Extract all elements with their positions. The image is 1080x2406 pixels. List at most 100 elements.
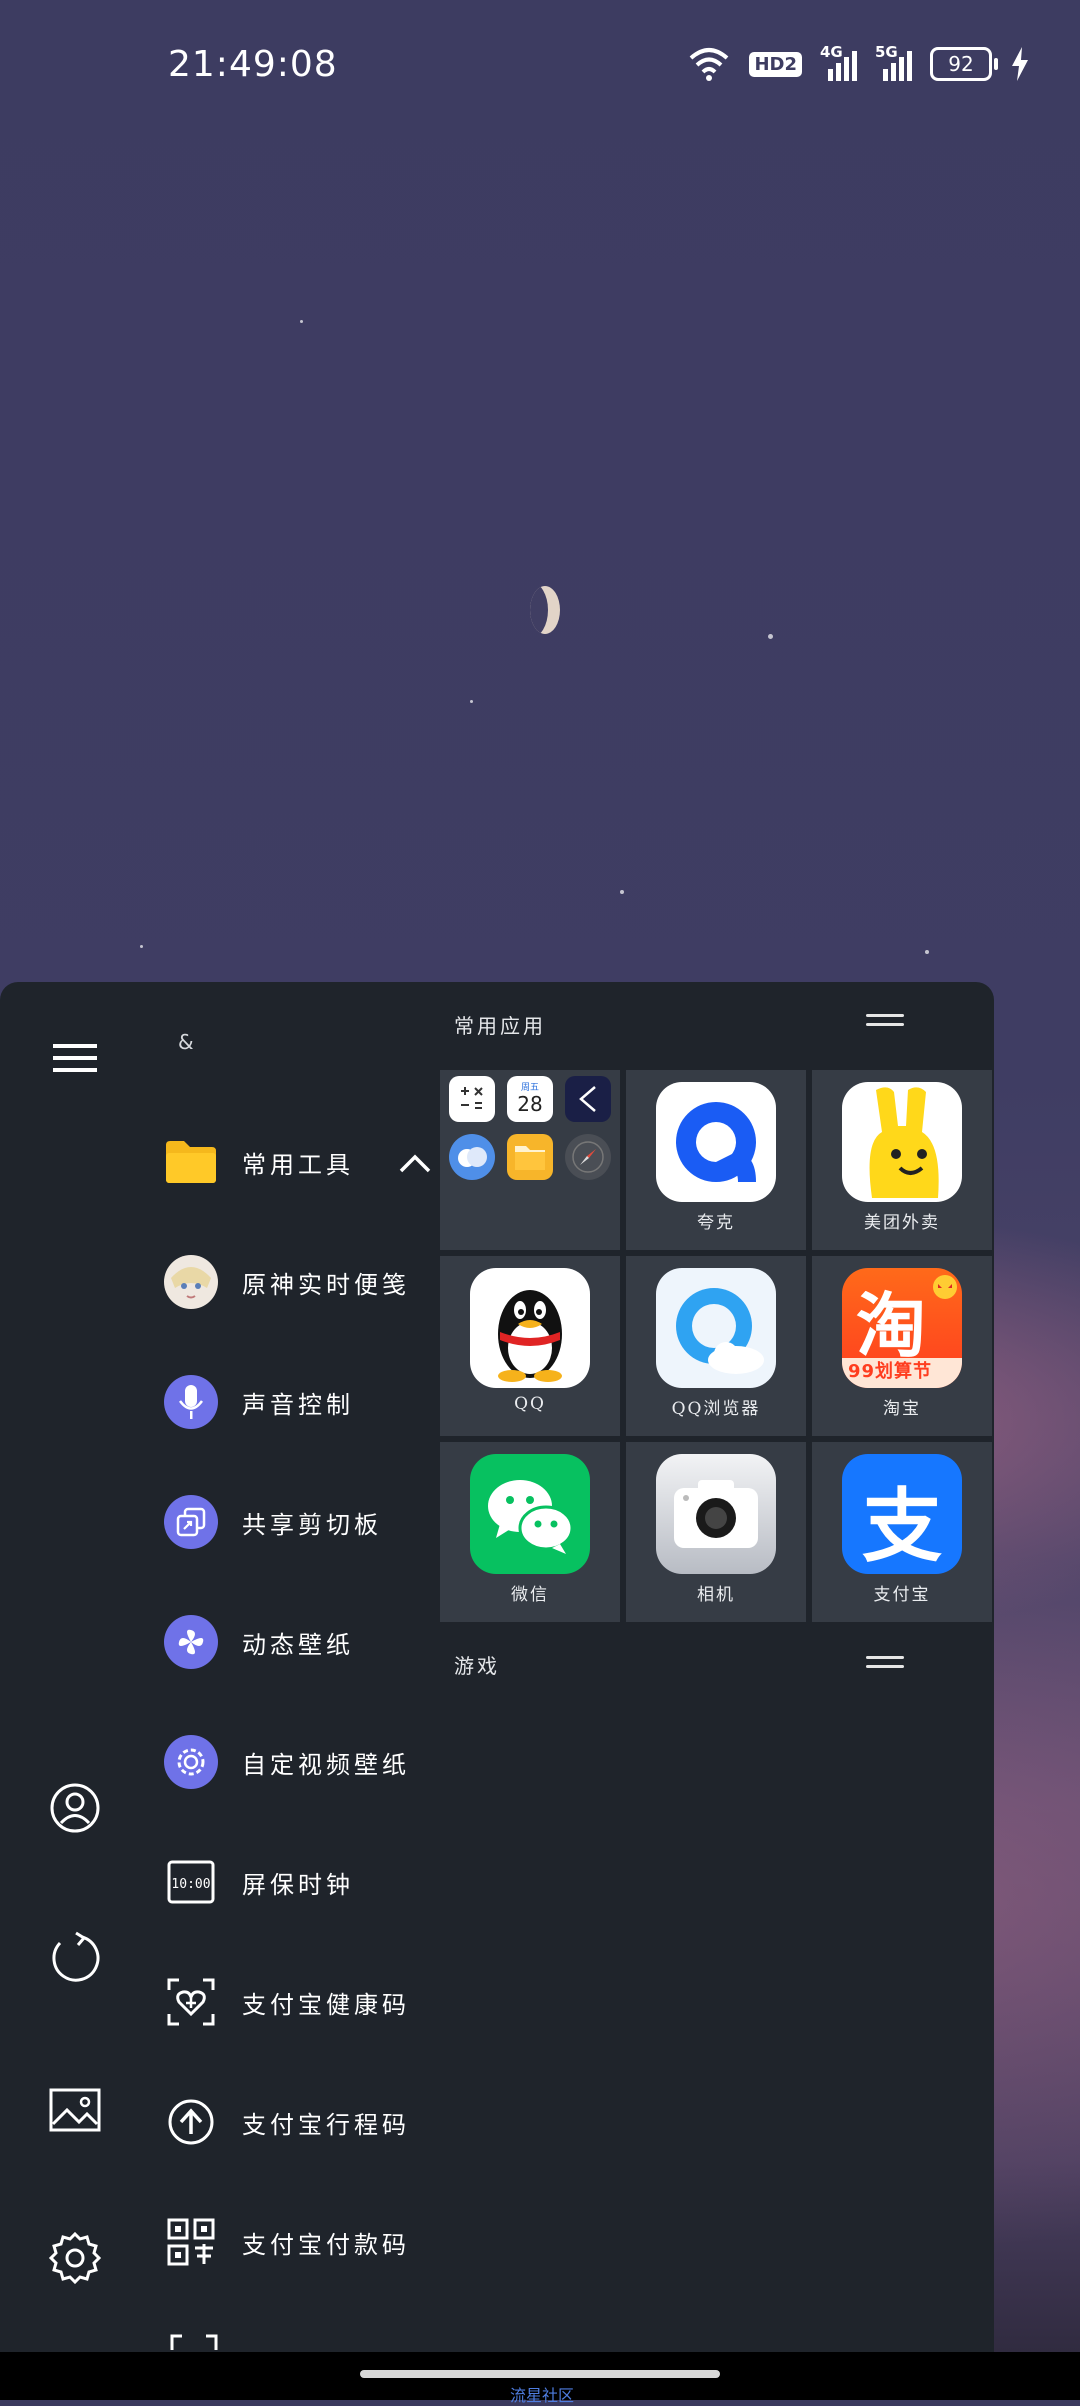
battery-level: 92 — [948, 52, 974, 76]
menu-item-voice-control[interactable]: 声音控制 — [162, 1362, 442, 1442]
app-qq[interactable]: QQ — [440, 1256, 620, 1436]
folder-preview: 周五 28 — [449, 1076, 611, 1180]
menu-item-label: 共享剪切板 — [242, 1510, 382, 1539]
app-label: 相机 — [697, 1585, 735, 1605]
menu-icon[interactable] — [45, 1028, 105, 1088]
menu-item-label: 屏保时钟 — [242, 1870, 354, 1899]
star — [768, 634, 773, 639]
signal-4g-icon: 4G — [820, 43, 857, 81]
qq-browser-icon — [656, 1268, 776, 1388]
pinwheel-icon — [162, 1613, 220, 1671]
star — [620, 890, 624, 894]
launcher-panel: & 常用工具 原神实时便笺 声音控制 共享剪切板 动态壁纸 自定视频壁纸 10:… — [0, 982, 994, 2352]
app-label: QQ浏览器 — [671, 1399, 761, 1419]
compass-icon — [565, 1134, 611, 1180]
folder-label: 常用工具 — [242, 1150, 354, 1179]
clipboard-share-icon — [162, 1493, 220, 1551]
side-rail — [0, 982, 150, 2352]
section-title-games: 游戏 — [454, 1654, 500, 1678]
wechat-icon — [470, 1454, 590, 1574]
app-taobao[interactable]: 淘 99划算节 淘宝 — [812, 1256, 992, 1436]
charging-icon — [1012, 47, 1028, 81]
battery-icon: 92 — [930, 47, 998, 81]
app-label: 美团外卖 — [864, 1213, 940, 1233]
app-folder[interactable]: 周五 28 — [440, 1070, 620, 1250]
app-qq-browser[interactable]: QQ浏览器 — [626, 1256, 806, 1436]
menu-item-label: 支付宝健康码 — [242, 1990, 410, 2019]
menu-item-alipay-trip-code[interactable]: 支付宝行程码 — [162, 2082, 442, 2162]
settings-gear-icon[interactable] — [45, 2228, 105, 2288]
app-quark[interactable]: 夸克 — [626, 1070, 806, 1250]
menu-item-label: 动态壁纸 — [242, 1630, 354, 1659]
home-gesture-bar[interactable] — [360, 2370, 720, 2378]
pay-qr-icon — [162, 2213, 220, 2271]
app-label: 夸克 — [697, 1213, 735, 1233]
menu-item-label: 原神实时便笺 — [242, 1270, 410, 1299]
menu-item-label: 支付宝付款码 — [242, 2230, 410, 2259]
wifi-icon — [690, 48, 729, 81]
menu-item-alipay-pay-code[interactable]: 支付宝付款码 — [162, 2202, 442, 2282]
health-code-icon — [162, 1973, 220, 2031]
net-5g-label: 5G — [875, 43, 898, 61]
menu-item-genshin-notes[interactable]: 原神实时便笺 — [162, 1242, 442, 1322]
qq-icon — [470, 1268, 590, 1388]
user-icon[interactable] — [45, 1778, 105, 1838]
chevron-up-icon[interactable] — [398, 1152, 432, 1174]
star — [300, 320, 303, 323]
app-label: 支付宝 — [873, 1585, 931, 1605]
clock-display-icon: 10:00 — [162, 1853, 220, 1911]
watermark: 流星社区 — [510, 2386, 575, 2405]
genshin-avatar-icon — [162, 1253, 220, 1311]
app-label: 淘宝 — [883, 1399, 921, 1419]
trip-arrow-icon — [162, 2093, 220, 2151]
star — [140, 945, 143, 948]
calendar-day: 28 — [517, 1092, 543, 1116]
refresh-icon[interactable] — [45, 1928, 105, 1988]
menu-item-label: 支付宝行程码 — [242, 2110, 410, 2139]
folder-icon — [162, 1133, 220, 1191]
hd-badge: HD2 — [749, 51, 802, 77]
menu-item-label: 声音控制 — [242, 1390, 354, 1419]
moon — [530, 586, 560, 634]
app-camera[interactable]: 相机 — [626, 1442, 806, 1622]
microphone-icon — [162, 1373, 220, 1431]
taobao-icon: 淘 99划算节 — [842, 1268, 962, 1388]
drag-handle-icon[interactable] — [866, 1014, 904, 1028]
menu-item-live-wallpaper[interactable]: 动态壁纸 — [162, 1602, 442, 1682]
app-meituan[interactable]: 美团外卖 — [812, 1070, 992, 1250]
taobao-glyph: 淘 — [856, 1285, 926, 1367]
menu-item-shared-clipboard[interactable]: 共享剪切板 — [162, 1482, 442, 1562]
app-label: 微信 — [511, 1585, 549, 1605]
panel-tag: & — [178, 1030, 194, 1054]
scan-icon — [170, 2334, 218, 2350]
svg-text:10:00: 10:00 — [171, 1877, 210, 1892]
navigation-bar: 流星社区 — [0, 2352, 1080, 2405]
drag-handle-icon[interactable] — [866, 1656, 904, 1670]
gallery-icon[interactable] — [45, 2080, 105, 2140]
menu-item-screensaver-clock[interactable]: 10:00 屏保时钟 — [162, 1842, 442, 1922]
meituan-icon — [842, 1082, 962, 1202]
clock: 21:49:08 — [168, 44, 338, 85]
menu-item-alipay-health-code[interactable]: 支付宝健康码 — [162, 1962, 442, 2042]
alipay-icon: 支 — [842, 1454, 962, 1574]
section-title-frequent-apps: 常用应用 — [454, 1014, 546, 1038]
star — [470, 700, 473, 703]
video-gear-icon — [162, 1733, 220, 1791]
status-icons: HD2 4G 5G 92 — [687, 43, 1030, 82]
status-bar: 21:49:08 HD2 4G 5G 92 — [0, 0, 1080, 140]
net-4g-label: 4G — [820, 43, 843, 61]
calculator-icon — [449, 1076, 495, 1122]
menu-item-custom-video-wallpaper[interactable]: 自定视频壁纸 — [162, 1722, 442, 1802]
quark-icon — [656, 1082, 776, 1202]
menu-item-label: 自定视频壁纸 — [242, 1750, 410, 1779]
app-alipay[interactable]: 支 支付宝 — [812, 1442, 992, 1622]
calendar-icon: 周五 28 — [507, 1076, 553, 1122]
weather-icon — [449, 1134, 495, 1180]
app-label: QQ — [514, 1394, 546, 1414]
app-wechat[interactable]: 微信 — [440, 1442, 620, 1622]
taobao-banner: 99划算节 — [848, 1361, 933, 1382]
alipay-glyph: 支 — [862, 1480, 942, 1573]
back-arrow-app-icon — [565, 1076, 611, 1122]
star — [925, 950, 929, 954]
camera-icon — [656, 1454, 776, 1574]
